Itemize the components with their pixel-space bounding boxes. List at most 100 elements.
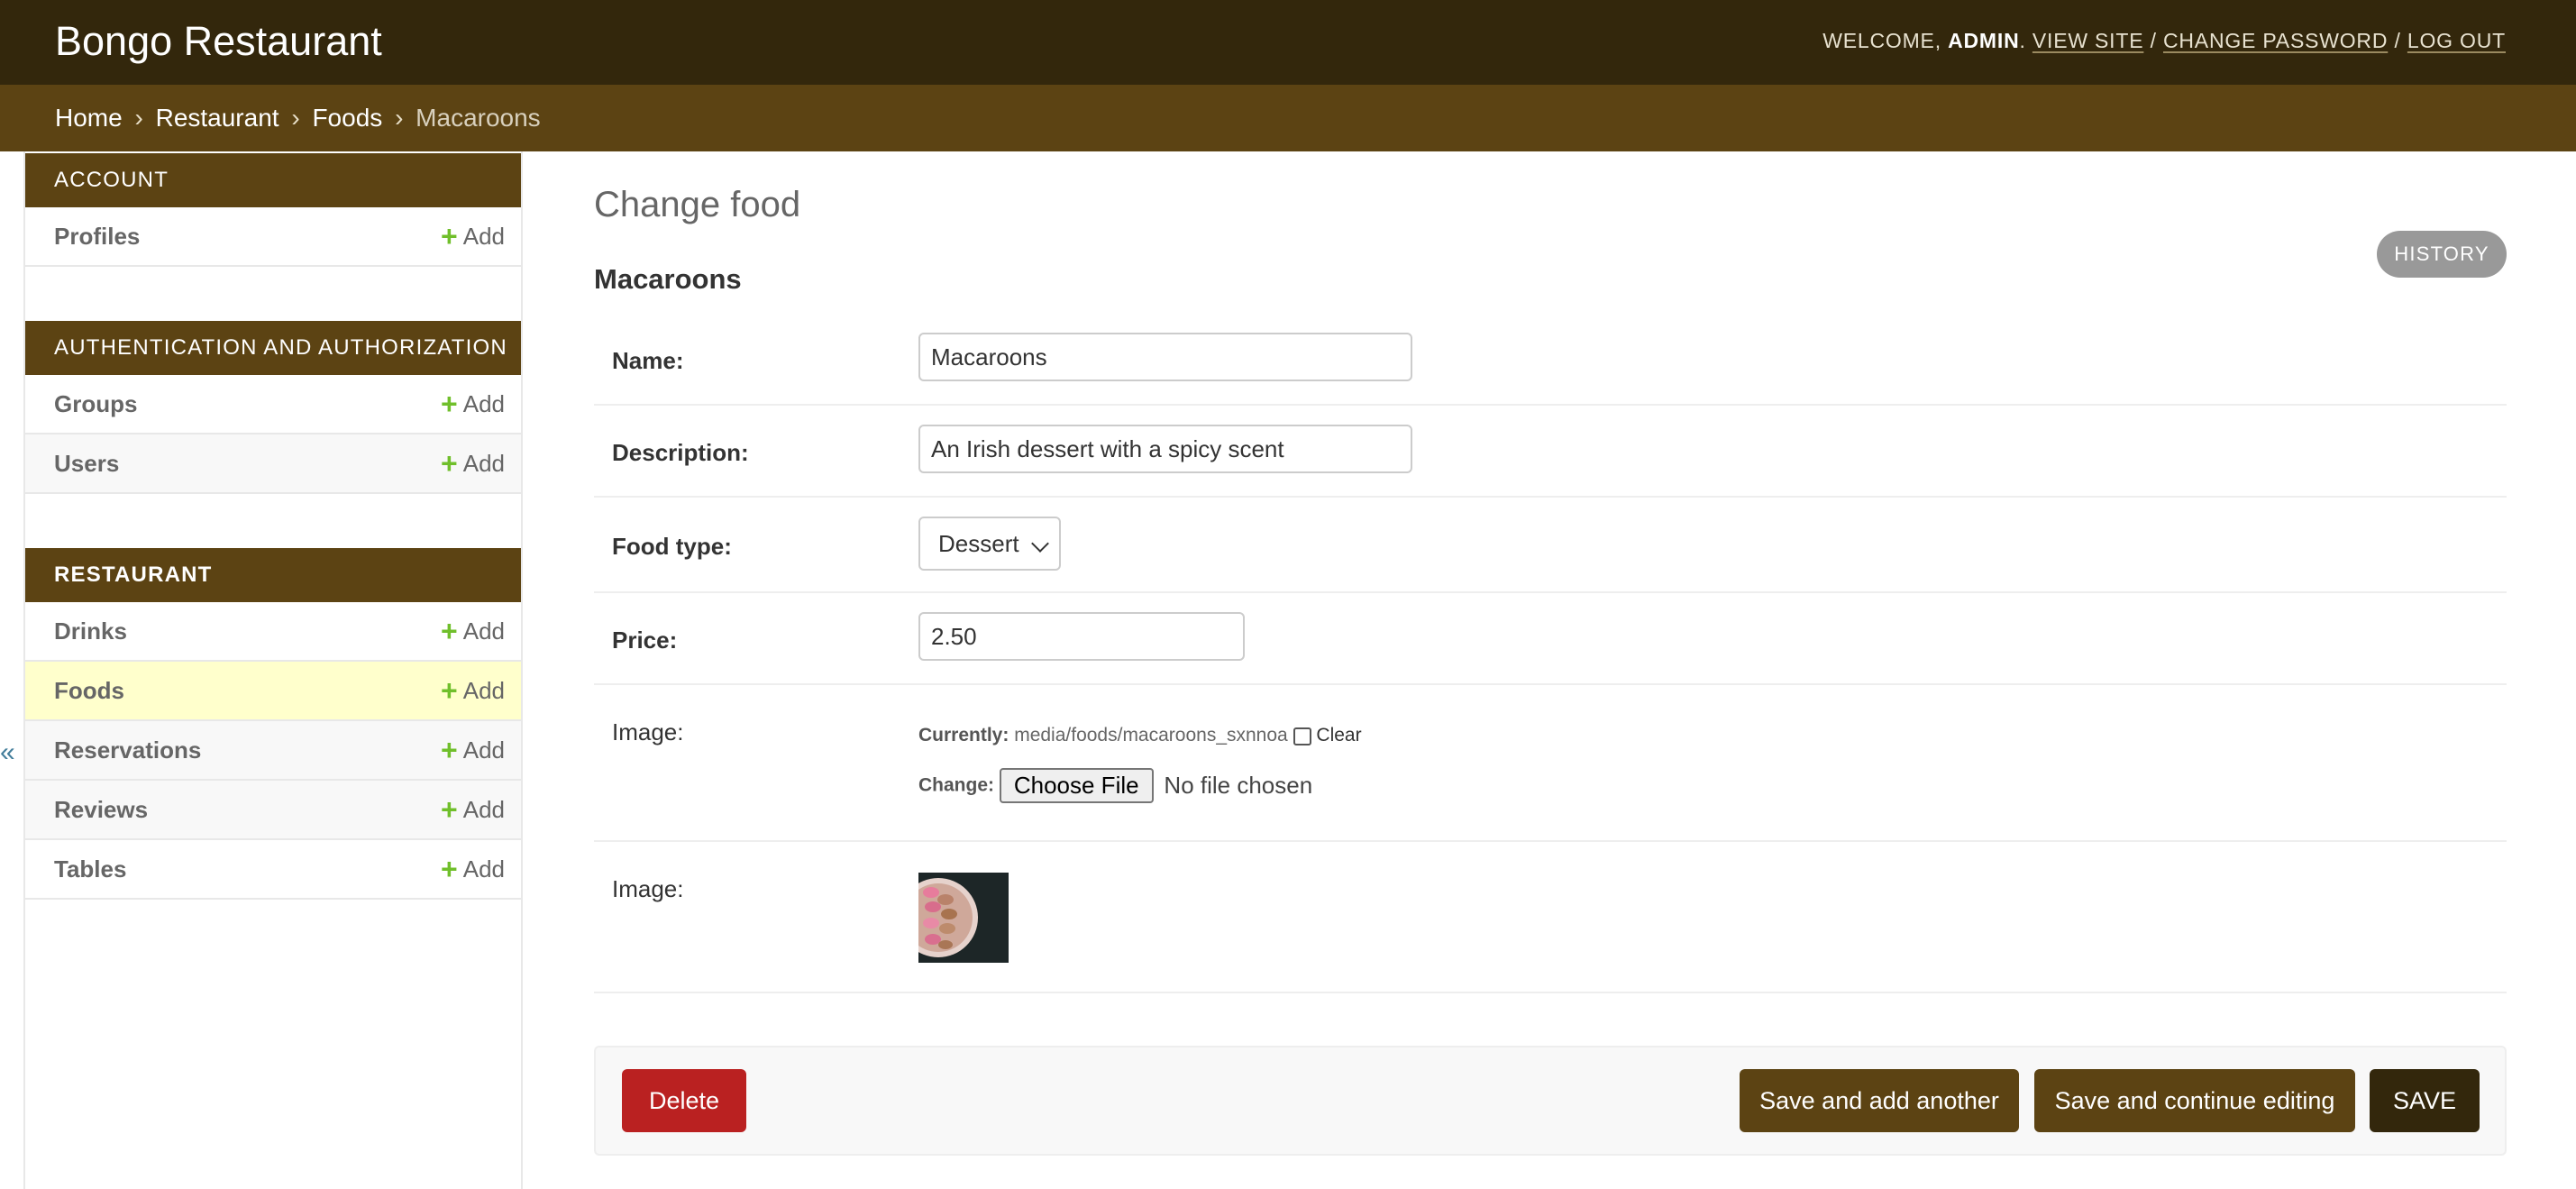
add-table-link[interactable]: + Add bbox=[441, 840, 505, 898]
breadcrumb-separator: › bbox=[134, 104, 143, 132]
submit-row: Delete Save and add another Save and con… bbox=[594, 1046, 2507, 1156]
sidebar-item-label[interactable]: Reservations bbox=[54, 721, 201, 779]
add-label: Add bbox=[462, 223, 505, 250]
save-and-add-another-button[interactable]: Save and add another bbox=[1740, 1069, 2019, 1132]
history-button[interactable]: HISTORY bbox=[2377, 231, 2507, 278]
form-row-image: Image: Currently: media/foods/macaroons_… bbox=[594, 685, 2507, 842]
breadcrumb-model[interactable]: Foods bbox=[312, 104, 382, 132]
sidebar-item-tables[interactable]: Tables + Add bbox=[25, 840, 521, 900]
object-title: Macaroons bbox=[594, 263, 742, 295]
sidebar-item-foods[interactable]: Foods + Add bbox=[25, 662, 521, 721]
no-file-text: No file chosen bbox=[1164, 772, 1313, 799]
add-label: Add bbox=[462, 855, 505, 883]
username: ADMIN bbox=[1948, 29, 2020, 52]
form-row-description: Description: An Irish dessert with a spi… bbox=[594, 406, 2507, 498]
sidebar-item-drinks[interactable]: Drinks + Add bbox=[25, 602, 521, 662]
site-header: Bongo Restaurant WELCOME, ADMIN. VIEW SI… bbox=[0, 0, 2576, 85]
plus-icon: + bbox=[441, 793, 458, 826]
sidebar-item-profiles[interactable]: Profiles + Add bbox=[25, 207, 521, 267]
form-row-price: Price: 2.50 bbox=[594, 593, 2507, 685]
choose-file-button[interactable]: Choose File bbox=[999, 768, 1154, 803]
sidebar-item-label[interactable]: Foods bbox=[54, 662, 124, 719]
delete-button[interactable]: Delete bbox=[622, 1069, 746, 1132]
module-account: Account Profiles + Add bbox=[25, 153, 521, 267]
sidebar-item-label[interactable]: Profiles bbox=[54, 207, 140, 265]
sidebar-item-reservations[interactable]: Reservations + Add bbox=[25, 721, 521, 781]
food-type-selected-value: Dessert bbox=[938, 530, 1019, 557]
breadcrumb-separator: › bbox=[395, 104, 404, 132]
sidebar-item-users[interactable]: Users + Add bbox=[25, 434, 521, 494]
breadcrumb-current: Macaroons bbox=[416, 104, 541, 132]
sidebar-item-label[interactable]: Drinks bbox=[54, 602, 127, 660]
clear-label[interactable]: Clear bbox=[1316, 725, 1361, 745]
plus-icon: + bbox=[441, 734, 458, 766]
breadcrumb: Home › Restaurant › Foods › Macaroons bbox=[0, 85, 2576, 151]
site-name[interactable]: Bongo Restaurant bbox=[55, 16, 382, 67]
breadcrumb-home[interactable]: Home bbox=[55, 104, 123, 132]
module-caption-restaurant[interactable]: Restaurant bbox=[25, 548, 521, 602]
save-and-continue-button[interactable]: Save and continue editing bbox=[2034, 1069, 2355, 1132]
add-label: Add bbox=[462, 796, 505, 823]
sidebar-item-reviews[interactable]: Reviews + Add bbox=[25, 781, 521, 840]
clear-image-checkbox[interactable] bbox=[1293, 727, 1311, 745]
separator: / bbox=[2150, 29, 2157, 52]
add-profile-link[interactable]: + Add bbox=[441, 207, 505, 265]
plus-icon: + bbox=[441, 853, 458, 885]
welcome-text: WELCOME, bbox=[1822, 29, 1941, 52]
breadcrumb-app[interactable]: Restaurant bbox=[156, 104, 279, 132]
chevron-down-icon bbox=[1031, 535, 1049, 553]
plus-icon: + bbox=[441, 615, 458, 647]
form-row-food-type: Food type: Dessert bbox=[594, 498, 2507, 593]
macaroons-photo bbox=[918, 873, 1009, 963]
food-type-select[interactable]: Dessert bbox=[918, 517, 1061, 571]
add-label: Add bbox=[462, 450, 505, 477]
module-caption-account[interactable]: Account bbox=[25, 153, 521, 207]
module-restaurant: Restaurant Drinks + Add Foods + Add Reserv… bbox=[25, 548, 521, 900]
currently-label: Currently: bbox=[918, 725, 1009, 745]
plus-icon: + bbox=[441, 388, 458, 420]
sidebar-item-label[interactable]: Groups bbox=[54, 375, 137, 433]
change-label: Change: bbox=[918, 774, 994, 796]
add-review-link[interactable]: + Add bbox=[441, 781, 505, 838]
toggle-nav-sidebar-button[interactable]: « bbox=[0, 737, 15, 768]
add-group-link[interactable]: + Add bbox=[441, 375, 505, 433]
add-label: Add bbox=[462, 736, 505, 764]
food-image-thumbnail bbox=[918, 873, 1009, 963]
image-preview-label: Image: bbox=[612, 875, 684, 902]
sidebar-item-label[interactable]: Tables bbox=[54, 840, 126, 898]
name-label: Name: bbox=[612, 347, 684, 374]
plus-icon: + bbox=[441, 447, 458, 480]
page-title: Change food bbox=[594, 185, 801, 224]
sidebar-item-label[interactable]: Users bbox=[54, 434, 119, 492]
form-row-name: Name: Macaroons bbox=[594, 314, 2507, 406]
save-button[interactable]: SAVE bbox=[2370, 1069, 2480, 1132]
breadcrumb-separator: › bbox=[291, 104, 300, 132]
module-caption-authentication[interactable]: Authentication and Authorization bbox=[25, 321, 521, 375]
description-label: Description: bbox=[612, 439, 749, 466]
sidebar-item-label[interactable]: Reviews bbox=[54, 781, 148, 838]
name-input[interactable]: Macaroons bbox=[918, 333, 1412, 381]
separator: / bbox=[2394, 29, 2401, 52]
description-input[interactable]: An Irish dessert with a spicy scent bbox=[918, 425, 1412, 473]
plus-icon: + bbox=[441, 220, 458, 252]
add-user-link[interactable]: + Add bbox=[441, 434, 505, 492]
add-food-link[interactable]: + Add bbox=[441, 662, 505, 719]
module-authentication: Authentication and Authorization Groups … bbox=[25, 321, 521, 494]
nav-sidebar: « Account Profiles + Add Authentication a… bbox=[0, 151, 523, 1189]
image-change: Change: Choose File No file chosen bbox=[918, 768, 1312, 803]
plus-icon: + bbox=[441, 674, 458, 707]
view-site-link[interactable]: VIEW SITE bbox=[2032, 29, 2144, 52]
image-label: Image: bbox=[612, 718, 684, 745]
price-label: Price: bbox=[612, 627, 678, 654]
current-image-link[interactable]: media/foods/macaroons_sxnnoa bbox=[1014, 725, 1288, 745]
sidebar-item-groups[interactable]: Groups + Add bbox=[25, 375, 521, 434]
add-drink-link[interactable]: + Add bbox=[441, 602, 505, 660]
add-label: Add bbox=[462, 617, 505, 645]
add-reservation-link[interactable]: + Add bbox=[441, 721, 505, 779]
price-input[interactable]: 2.50 bbox=[918, 612, 1245, 661]
change-password-link[interactable]: CHANGE PASSWORD bbox=[2163, 29, 2388, 52]
food-type-label: Food type: bbox=[612, 533, 732, 560]
image-currently: Currently: media/foods/macaroons_sxnnoa … bbox=[918, 725, 1362, 746]
log-out-link[interactable]: LOG OUT bbox=[2407, 29, 2506, 52]
add-label: Add bbox=[462, 390, 505, 417]
